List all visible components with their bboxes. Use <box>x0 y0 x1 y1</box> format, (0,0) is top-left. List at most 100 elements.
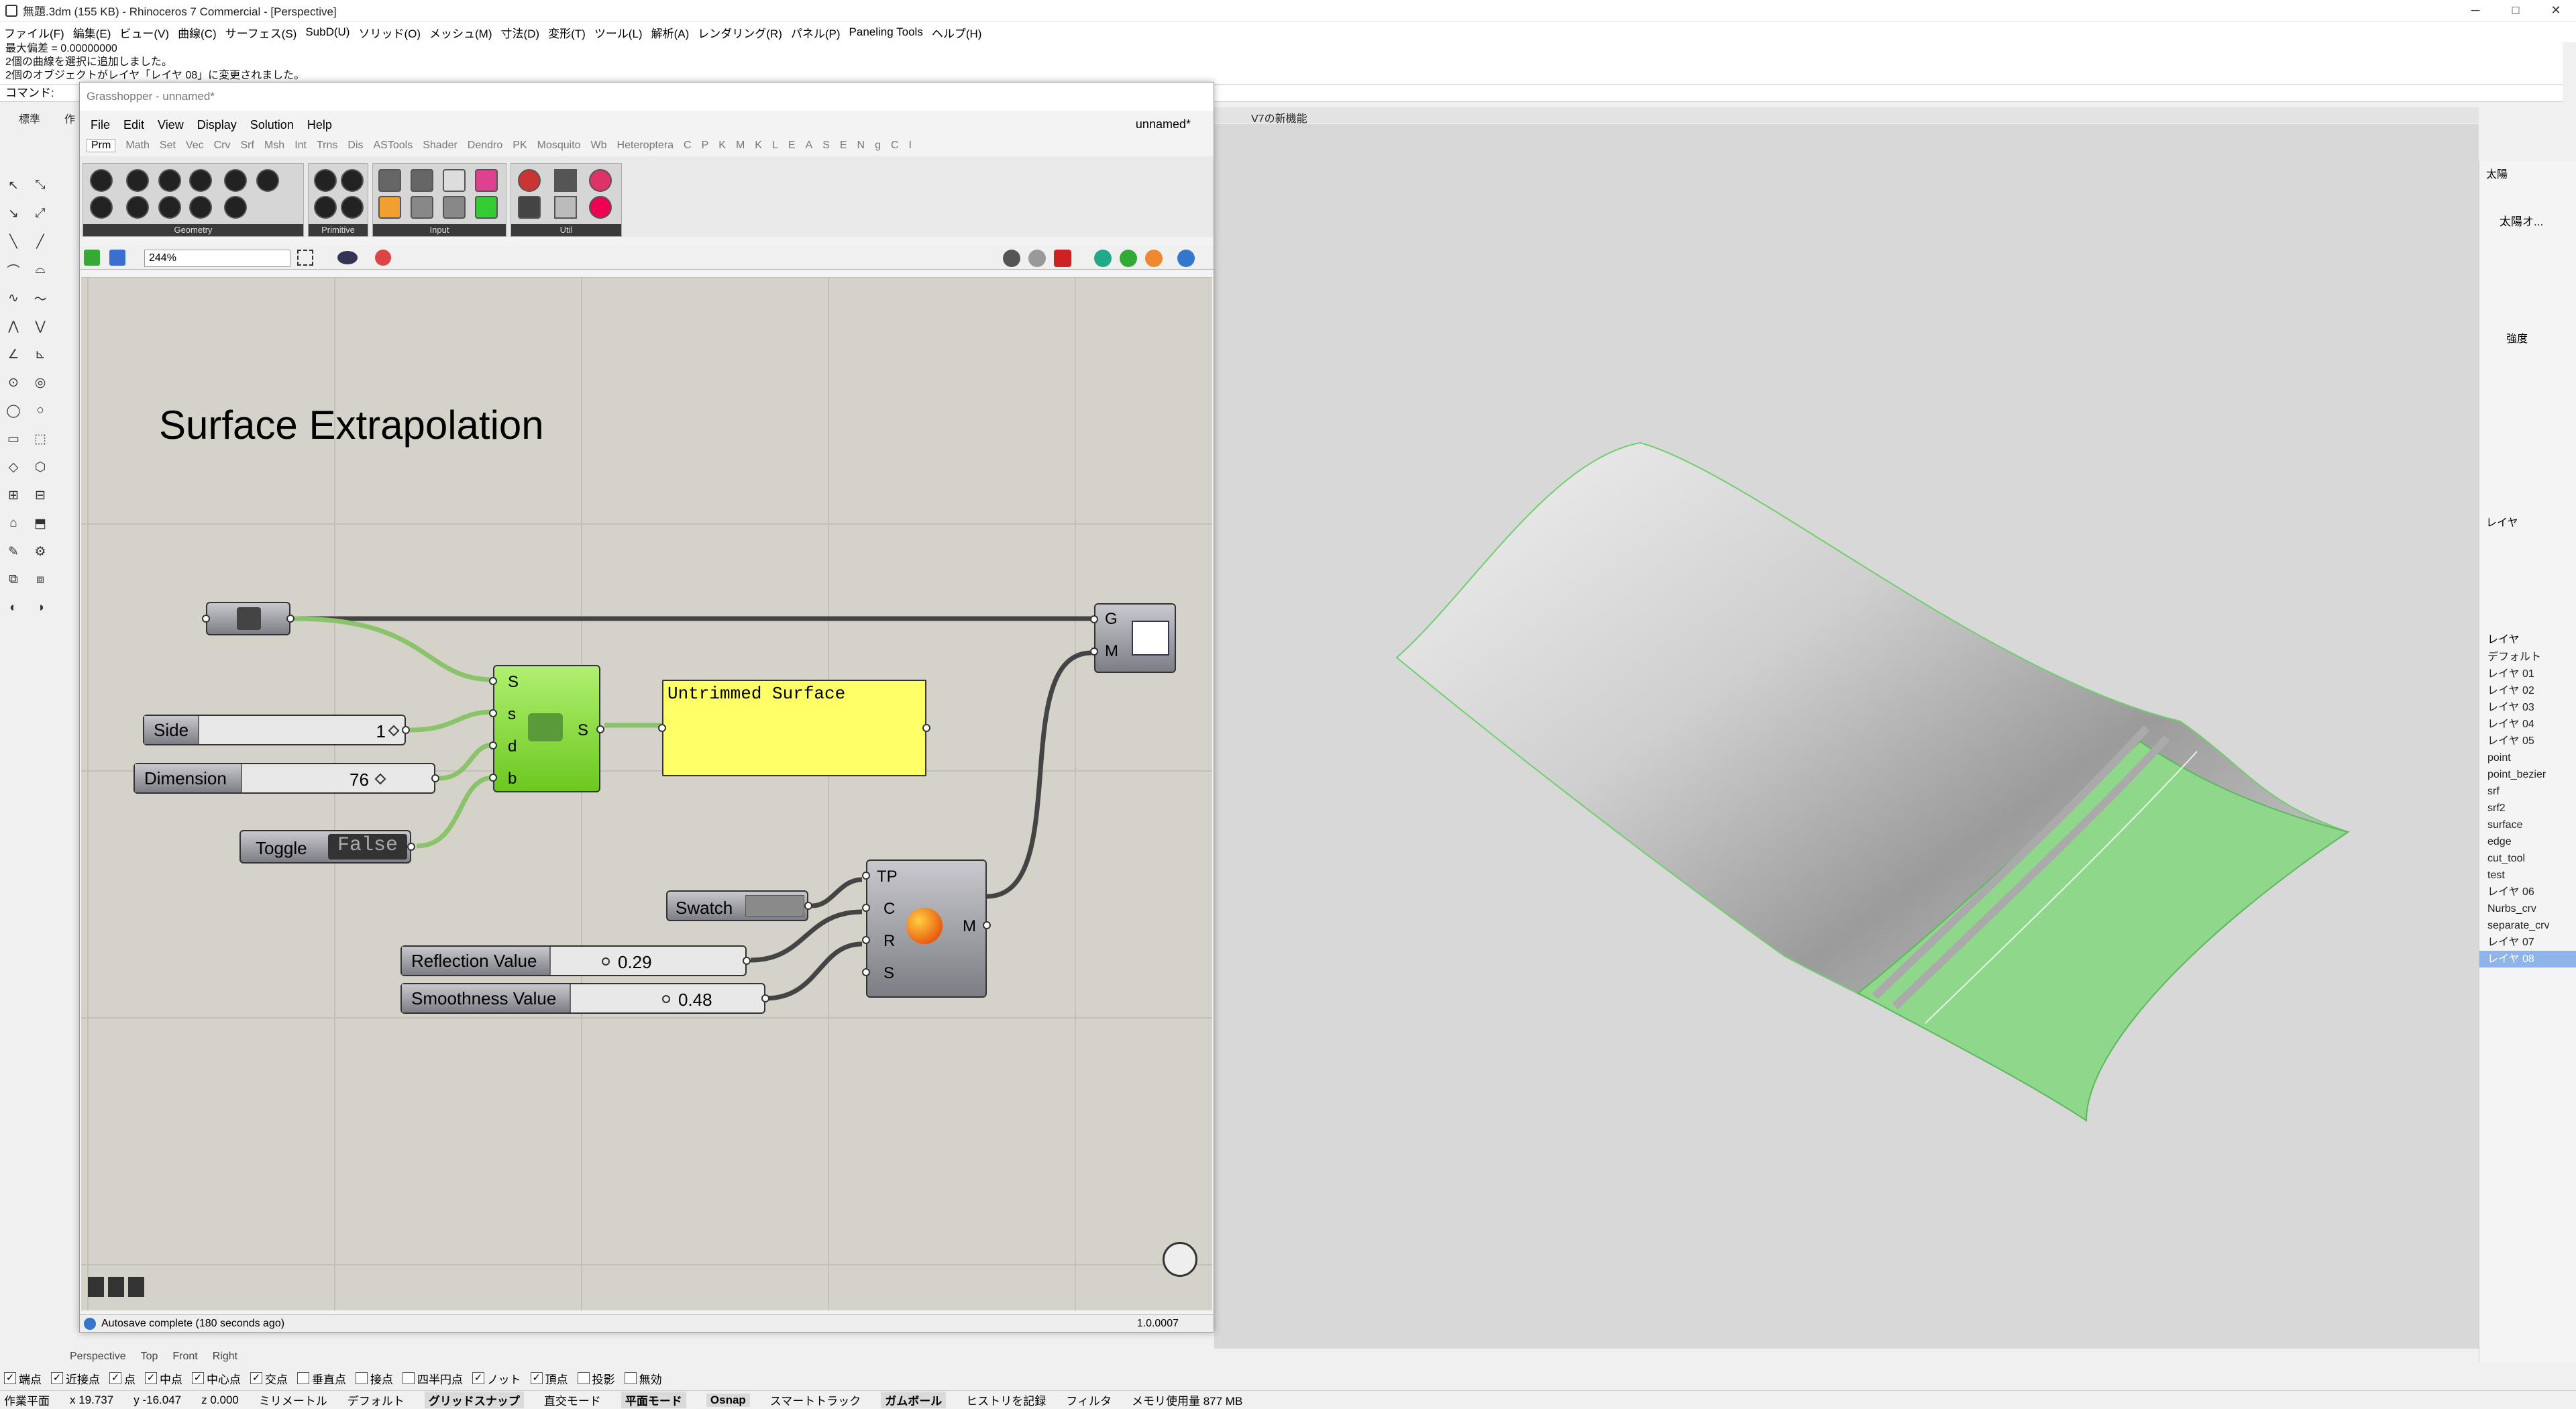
gh-menu-display[interactable]: Display <box>197 118 237 132</box>
osnap-checkbox[interactable]: 無効 <box>624 1370 662 1387</box>
tool-icon[interactable]: ⊾ <box>32 346 48 362</box>
gh-canvas[interactable]: Surface Extrapolation S s d b S Untrimme… <box>81 277 1212 1310</box>
menu-view[interactable]: ビュー(V) <box>119 24 169 41</box>
close-button[interactable]: ✕ <box>2536 0 2576 21</box>
toggle-input-icon[interactable] <box>411 169 433 192</box>
viewport-tab-perspective[interactable]: Perspective <box>70 1351 126 1363</box>
layer-item[interactable]: srf <box>2479 783 2576 800</box>
cherry-picker-icon[interactable] <box>518 169 541 192</box>
tool-icon[interactable]: ◯ <box>5 403 21 419</box>
output-port[interactable] <box>743 957 751 965</box>
reflection-slider[interactable]: Reflection Value 0.29 <box>400 945 751 976</box>
layer-item[interactable]: レイヤ 08 <box>2479 951 2576 968</box>
input-port[interactable] <box>489 774 497 782</box>
gumball-toggle[interactable]: ガムボール <box>881 1392 947 1408</box>
value-list-icon[interactable] <box>443 196 466 219</box>
canvas-navigator-icon[interactable] <box>1163 1242 1197 1277</box>
osnap-checkbox[interactable]: ✓ 中心点 <box>192 1370 241 1387</box>
mesh-param-icon[interactable] <box>224 169 247 192</box>
slider-grip[interactable] <box>388 725 400 737</box>
gh-tab[interactable]: Msh <box>264 140 284 152</box>
layer-item[interactable]: test <box>2479 867 2576 884</box>
tool-icon[interactable]: ⌓ <box>32 262 48 278</box>
input-port[interactable] <box>489 709 497 717</box>
osnap-checkbox[interactable]: 垂直点 <box>297 1370 346 1387</box>
preview-wire-icon[interactable] <box>1028 250 1046 267</box>
layer-item[interactable]: レイヤ 04 <box>2479 716 2576 733</box>
tool-icon[interactable]: ⬒ <box>32 515 48 531</box>
tool-icon[interactable]: ⊞ <box>5 487 21 503</box>
canvas-widget-icon[interactable] <box>88 1277 104 1297</box>
gh-tab[interactable]: Prm <box>87 139 116 152</box>
boolean-param-icon[interactable] <box>314 169 337 192</box>
tool-icon[interactable]: ∿ <box>5 290 21 306</box>
gh-tab[interactable]: Srf <box>241 140 254 152</box>
gh-tab[interactable]: Trns <box>317 140 337 152</box>
perspective-viewport[interactable] <box>1214 124 2479 1349</box>
tool-icon[interactable]: ⬡ <box>32 459 48 475</box>
viewport-tab-front[interactable]: Front <box>172 1351 197 1363</box>
osnap-checkbox[interactable]: 接点 <box>356 1370 393 1387</box>
layer-item[interactable]: cut_tool <box>2479 850 2576 867</box>
save-file-icon[interactable] <box>109 250 125 266</box>
tool-icon[interactable]: ▭ <box>5 431 21 447</box>
slider-grip[interactable] <box>374 773 386 785</box>
gh-tab[interactable]: M <box>736 140 745 152</box>
text-param-icon[interactable] <box>341 196 364 219</box>
tool-icon[interactable]: ↖ <box>5 177 21 193</box>
tool-icon[interactable]: ⤢ <box>32 205 48 221</box>
layer-item[interactable]: surface <box>2479 817 2576 833</box>
input-port[interactable] <box>1090 647 1098 656</box>
tool-icon[interactable]: ╲ <box>5 233 21 250</box>
canvas-widget-icon[interactable] <box>128 1277 144 1297</box>
side-slider[interactable]: Side 1 <box>143 715 410 745</box>
smoothness-slider[interactable]: Smoothness Value 0.48 <box>400 983 769 1014</box>
panel-input-icon[interactable] <box>443 169 466 192</box>
tool-icon[interactable]: ╱ <box>32 233 48 250</box>
zoom-extents-icon[interactable] <box>297 250 313 266</box>
button-input-icon[interactable] <box>411 196 433 219</box>
canvas-widget-icon[interactable] <box>108 1277 124 1297</box>
viewport-tab-whats-new[interactable]: V7の新機能 <box>1251 109 1307 125</box>
grid-snap-toggle[interactable]: グリッドスナップ <box>424 1392 524 1408</box>
tool-icon[interactable]: ⤡ <box>32 177 48 193</box>
layer-item[interactable]: srf2 <box>2479 800 2576 817</box>
tool-icon[interactable]: ◐ <box>5 600 21 616</box>
osnap-checkbox[interactable]: 投影 <box>577 1370 615 1387</box>
colour-swatch[interactable]: Swatch <box>666 890 812 921</box>
menu-transform[interactable]: 変形(T) <box>548 24 586 41</box>
digit-scroller-icon[interactable] <box>475 196 498 219</box>
tool-icon[interactable]: ⚙ <box>32 543 48 560</box>
gh-menu-solution[interactable]: Solution <box>250 118 294 132</box>
gh-menu-help[interactable]: Help <box>307 118 332 132</box>
menu-subd[interactable]: SubD(U) <box>305 25 350 39</box>
osnap-checkbox[interactable]: 四半円点 <box>402 1370 463 1387</box>
sketch-icon[interactable] <box>375 250 391 266</box>
menu-analyze[interactable]: 解析(A) <box>651 24 690 41</box>
tool-icon[interactable]: ∠ <box>5 346 21 362</box>
input-port[interactable] <box>862 968 870 976</box>
menu-mesh[interactable]: メッシュ(M) <box>429 24 492 41</box>
gh-menu-edit[interactable]: Edit <box>123 118 144 132</box>
brep-param-icon[interactable] <box>189 169 212 192</box>
gh-tab[interactable]: C <box>684 140 692 152</box>
plane-param-icon[interactable] <box>126 196 149 219</box>
tool-icon[interactable]: ◑ <box>32 600 48 616</box>
input-port[interactable] <box>202 615 210 623</box>
input-port[interactable] <box>489 677 497 685</box>
layer-item[interactable]: レイヤ 06 <box>2479 884 2576 900</box>
gh-tab[interactable]: K <box>755 140 762 152</box>
layer-item[interactable]: レイヤ 07 <box>2479 934 2576 951</box>
osnap-checkbox[interactable]: ✓ 点 <box>109 1370 136 1387</box>
gh-tab[interactable]: Dis <box>347 140 363 152</box>
line-param-icon[interactable] <box>224 196 247 219</box>
gh-tab[interactable]: S <box>822 140 830 152</box>
curve-param-icon[interactable] <box>126 169 149 192</box>
menu-surface[interactable]: サーフェス(S) <box>225 24 297 41</box>
ortho-toggle[interactable]: 直交モード <box>544 1392 601 1408</box>
output-port[interactable] <box>596 725 604 733</box>
gh-tab[interactable]: E <box>788 140 796 152</box>
output-port[interactable] <box>407 843 415 851</box>
number-param-icon[interactable] <box>314 196 337 219</box>
layer-item[interactable]: レイヤ 05 <box>2479 733 2576 749</box>
